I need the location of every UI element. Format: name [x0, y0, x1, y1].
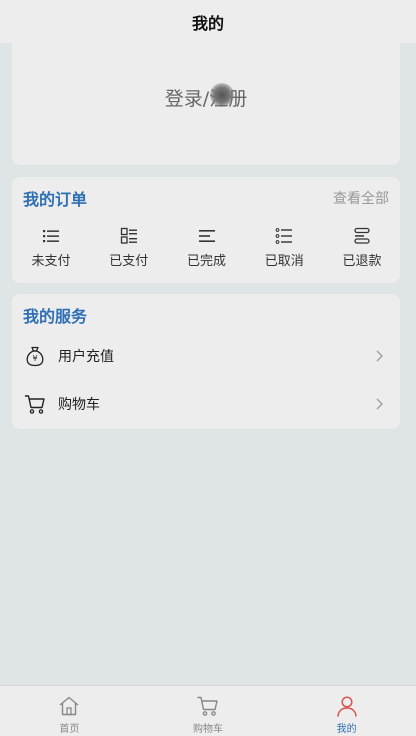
order-cancelled-label: 已取消 — [264, 254, 304, 269]
order-unpaid-button[interactable]: 未支付 — [24, 227, 78, 271]
order-completed-button[interactable]: 已完成 — [180, 227, 234, 271]
cart-icon — [24, 395, 45, 414]
orders-title: 我的订单 — [23, 190, 88, 209]
service-cart-label: 购物车 — [58, 397, 100, 413]
page-title: 我的 — [191, 13, 224, 33]
tab-mine-label: 我的 — [336, 724, 357, 735]
order-refunded-button[interactable]: 已退款 — [335, 227, 389, 271]
order-status-row: 未支付 已支付 已完成 已取消 已退款 — [12, 227, 400, 271]
grid-list-icon — [120, 227, 137, 244]
user-icon — [336, 696, 357, 717]
checklist-icon — [275, 228, 293, 244]
app-root: 我的 登录/注册 我的订单 查看全部 未支付 已支付 已完成 已取消 已退款 我… — [0, 0, 416, 736]
order-cancelled-button[interactable]: 已取消 — [257, 227, 311, 271]
service-recharge-label: 用户充值 — [58, 349, 114, 365]
tab-cart[interactable]: 购物车 — [139, 686, 278, 736]
chevron-right-icon — [376, 398, 383, 410]
view-all-orders-link[interactable]: 查看全部 — [333, 188, 389, 208]
order-paid-button[interactable]: 已支付 — [102, 227, 156, 271]
profile-card: 登录/注册 — [12, 38, 400, 165]
refund-icon — [354, 227, 370, 244]
order-refunded-label: 已退款 — [342, 254, 382, 269]
order-unpaid-label: 未支付 — [31, 254, 71, 269]
header-bar: 我的 — [0, 0, 416, 43]
tab-mine[interactable]: 我的 — [277, 686, 416, 736]
tab-cart-label: 购物车 — [193, 724, 223, 735]
service-recharge-row[interactable]: ¥ 用户充值 — [12, 334, 400, 378]
chevron-right-icon — [376, 350, 383, 362]
order-paid-label: 已支付 — [109, 254, 149, 269]
bottom-tab-bar: 首页 购物车 我的 — [0, 685, 416, 736]
touch-cursor-indicator — [210, 83, 234, 107]
login-register-link[interactable]: 登录/注册 — [165, 84, 247, 111]
cart-icon — [197, 696, 218, 716]
orders-card: 我的订单 查看全部 未支付 已支付 已完成 已取消 已退款 — [12, 177, 400, 283]
tab-home-label: 首页 — [59, 724, 80, 735]
service-cart-row[interactable]: 购物车 — [12, 382, 400, 426]
services-title: 我的服务 — [23, 307, 88, 326]
tab-home[interactable]: 首页 — [0, 686, 139, 736]
align-left-icon — [198, 230, 215, 242]
services-card: 我的服务 ¥ 用户充值 购物车 — [12, 294, 400, 429]
list-icon — [43, 230, 59, 243]
order-completed-label: 已完成 — [186, 254, 226, 269]
money-bag-icon: ¥ — [26, 346, 44, 367]
svg-text:¥: ¥ — [32, 354, 37, 363]
home-icon — [59, 696, 79, 716]
